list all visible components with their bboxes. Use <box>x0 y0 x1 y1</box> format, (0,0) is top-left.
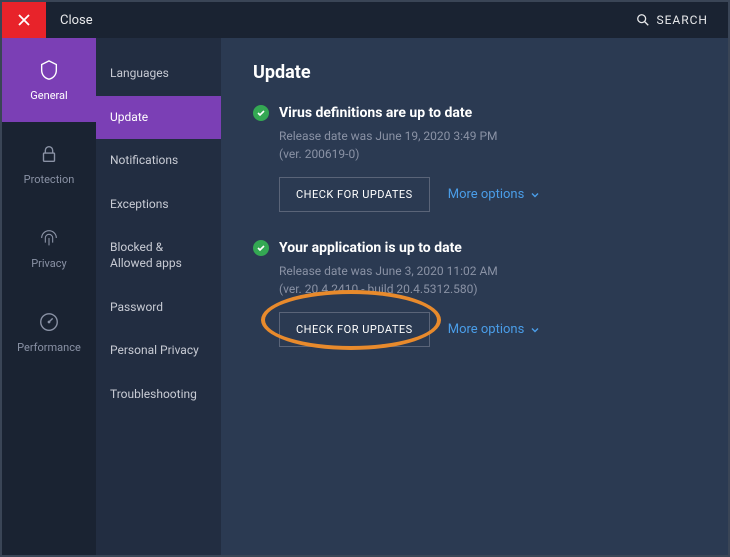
subnav-notifications[interactable]: Notifications <box>96 139 221 183</box>
check-icon <box>253 105 269 121</box>
application-section: Your application is up to date Release d… <box>253 240 696 347</box>
fingerprint-icon <box>38 227 60 249</box>
section-title: Your application is up to date <box>279 240 462 256</box>
more-options-link[interactable]: More options <box>448 187 541 202</box>
subnav-update[interactable]: Update <box>96 96 221 140</box>
release-info: Release date was June 19, 2020 3:49 PM <box>279 127 696 145</box>
more-options-label: More options <box>448 187 525 202</box>
chevron-down-icon <box>530 190 540 200</box>
release-info: Release date was June 3, 2020 11:02 AM <box>279 262 696 280</box>
section-header: Your application is up to date <box>253 240 696 256</box>
main-container: General Protection Privacy Performance L… <box>2 38 728 555</box>
section-actions: CHECK FOR UPDATES More options <box>279 177 696 212</box>
check-icon <box>253 240 269 256</box>
nav-general[interactable]: General <box>2 38 96 122</box>
subnav-exceptions[interactable]: Exceptions <box>96 183 221 227</box>
content-area: Update Virus definitions are up to date … <box>221 38 728 555</box>
search-label: SEARCH <box>656 13 708 27</box>
top-bar: Close SEARCH <box>2 2 728 38</box>
shield-icon <box>38 59 60 81</box>
more-options-label: More options <box>448 322 525 337</box>
nav-label: Performance <box>17 341 81 354</box>
subnav-troubleshooting[interactable]: Troubleshooting <box>96 373 221 417</box>
page-title: Update <box>253 62 696 83</box>
close-icon <box>18 14 30 26</box>
search-button[interactable]: SEARCH <box>636 13 708 27</box>
version-info: (ver. 20.4.2410 - build 20.4.5312.580) <box>279 280 696 298</box>
subnav-languages[interactable]: Languages <box>96 52 221 96</box>
gauge-icon <box>38 311 60 333</box>
section-title: Virus definitions are up to date <box>279 105 472 121</box>
nav-label: Protection <box>24 173 75 186</box>
nav-privacy[interactable]: Privacy <box>2 206 96 290</box>
check-updates-button[interactable]: CHECK FOR UPDATES <box>279 312 430 347</box>
subnav-blocked[interactable]: Blocked & Allowed apps <box>96 226 221 285</box>
left-nav: General Protection Privacy Performance <box>2 38 96 555</box>
nav-label: Privacy <box>31 257 67 270</box>
close-label: Close <box>60 13 93 28</box>
more-options-link[interactable]: More options <box>448 322 541 337</box>
sub-nav: Languages Update Notifications Exception… <box>96 38 221 555</box>
chevron-down-icon <box>530 325 540 335</box>
search-icon <box>636 13 650 27</box>
virus-definitions-section: Virus definitions are up to date Release… <box>253 105 696 212</box>
nav-performance[interactable]: Performance <box>2 290 96 374</box>
subnav-personal[interactable]: Personal Privacy <box>96 329 221 373</box>
section-header: Virus definitions are up to date <box>253 105 696 121</box>
subnav-password[interactable]: Password <box>96 286 221 330</box>
nav-protection[interactable]: Protection <box>2 122 96 206</box>
nav-label: General <box>30 89 67 102</box>
section-actions: CHECK FOR UPDATES More options <box>279 312 696 347</box>
lock-icon <box>38 143 60 165</box>
version-info: (ver. 200619-0) <box>279 145 696 163</box>
check-updates-button[interactable]: CHECK FOR UPDATES <box>279 177 430 212</box>
close-button[interactable] <box>2 2 46 38</box>
